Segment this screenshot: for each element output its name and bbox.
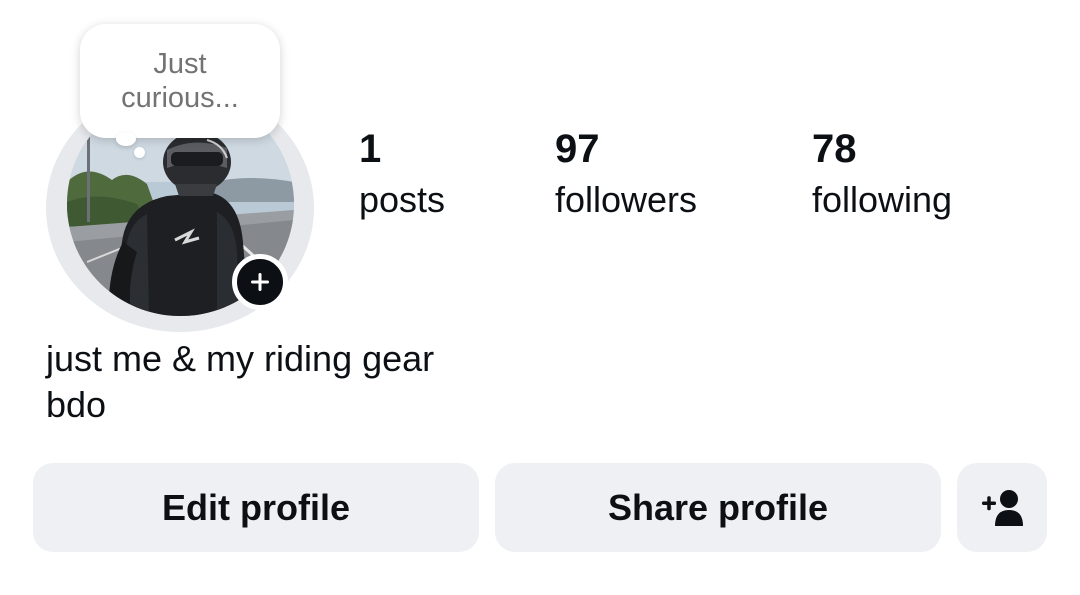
note-bubble-tail-small — [134, 147, 145, 158]
note-text: Just curious... — [121, 48, 239, 114]
following-label: following — [812, 179, 953, 220]
followers-stat[interactable]: 97 followers — [555, 124, 697, 226]
posts-count: 1 — [359, 127, 382, 171]
following-count: 78 — [812, 127, 857, 171]
discover-people-button[interactable] — [957, 463, 1047, 552]
add-story-button[interactable] — [232, 254, 288, 310]
plus-icon — [251, 273, 269, 291]
profile-bio: just me & my riding gear bdo — [46, 336, 434, 428]
note-bubble-tail — [116, 132, 136, 146]
edit-profile-label: Edit profile — [162, 486, 350, 528]
bio-line: just me & my riding gear — [46, 338, 435, 379]
edit-profile-button[interactable]: Edit profile — [33, 463, 479, 552]
posts-stat[interactable]: 1 posts — [359, 124, 445, 226]
note-bubble[interactable]: Just curious... — [80, 24, 280, 138]
bio-line: bdo — [46, 384, 107, 425]
person-add-icon — [982, 489, 1023, 526]
followers-count: 97 — [555, 127, 600, 171]
following-stat[interactable]: 78 following — [812, 124, 952, 226]
share-profile-label: Share profile — [607, 486, 829, 528]
share-profile-button[interactable]: Share profile — [495, 463, 941, 552]
posts-label: posts — [359, 179, 446, 220]
followers-label: followers — [555, 179, 698, 220]
